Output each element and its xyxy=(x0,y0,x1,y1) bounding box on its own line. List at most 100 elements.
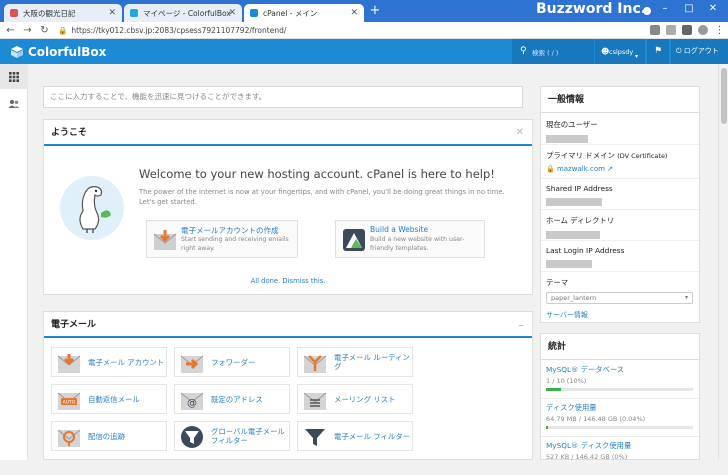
scrollbar[interactable] xyxy=(718,64,728,460)
sidebar xyxy=(0,64,28,460)
tab-favicon xyxy=(130,9,138,17)
stat-row: ディスク使用量 64.79 MB / 146.48 GB (0.04%) xyxy=(541,399,699,437)
last-login-row: Last Login IP Address xyxy=(541,241,699,272)
sidebar-item-home[interactable] xyxy=(0,64,28,89)
caret-down-icon: ▾ xyxy=(635,53,639,60)
svg-text:@: @ xyxy=(187,398,197,409)
browser-tab-3[interactable]: cPanel - メイン ✕ xyxy=(244,4,364,22)
email-item[interactable]: 電子メール ルーティング xyxy=(297,347,413,377)
users-icon xyxy=(8,99,20,108)
brand-name: ColorfulBox xyxy=(28,45,107,59)
email-item[interactable]: メーリング リスト xyxy=(297,384,413,414)
scrollbar-thumb[interactable] xyxy=(721,68,727,124)
minimize-icon[interactable]: – xyxy=(660,4,670,14)
tab-label: マイページ - ColorfulBox xyxy=(143,8,231,18)
email-item-label: 既定のアドレス xyxy=(211,394,263,404)
sidebar-item-users[interactable] xyxy=(0,91,28,116)
brand-logo[interactable]: ColorfulBox xyxy=(10,44,106,60)
theme-row: テーマ paper_lantern ▾ サーバー情報 xyxy=(541,272,699,323)
statistics-panel: 統計 MySQL® データベース 1 / 10 (10%) ディスク使用量 64… xyxy=(540,333,700,461)
email-item[interactable]: 配信の追跡 xyxy=(51,421,167,451)
external-link-icon: ↗ xyxy=(607,165,614,173)
menu-icon[interactable]: ⋮ xyxy=(714,25,725,36)
last-login-label: Last Login IP Address xyxy=(546,246,625,255)
stat-row: MySQL® データベース 1 / 10 (10%) xyxy=(541,361,699,399)
header-search[interactable]: ⚲ 検索 ( / ) xyxy=(512,39,594,64)
create-email-card-title[interactable]: 電子メールアカウントの作成 xyxy=(181,225,279,236)
browser-tab-bar: 大阪の観光日記 ✕ マイページ - ColorfulBox ✕ cPanel -… xyxy=(0,0,728,22)
close-icon[interactable]: ✕ xyxy=(228,8,236,18)
server-info-link[interactable]: サーバー情報 xyxy=(546,310,699,320)
email-accounts-icon xyxy=(57,354,81,373)
close-icon[interactable]: ✕ xyxy=(108,8,116,18)
reload-icon[interactable]: ↻ xyxy=(39,25,50,36)
theme-select[interactable]: paper_lantern ▾ xyxy=(546,292,693,304)
cpanel-header: ColorfulBox ⚲ 検索 ( / ) ☻ cslpsdy ▾ ⚑ ⏻ ロ… xyxy=(0,39,728,64)
email-item[interactable]: 電子メール フィルター xyxy=(297,421,413,451)
stat-label[interactable]: ディスク使用量 xyxy=(546,403,699,413)
feature-search-input[interactable]: ここに入力することで、機能を迅速に見つけることができます。 xyxy=(43,86,523,108)
close-window-icon[interactable]: ✕ xyxy=(708,4,718,14)
header-search-placeholder: 検索 ( / ) xyxy=(532,49,559,57)
close-icon[interactable]: ✕ xyxy=(516,120,524,146)
redacted-value xyxy=(546,260,592,268)
email-item[interactable]: フォワーダー xyxy=(174,347,290,377)
maximize-icon[interactable]: □ xyxy=(684,4,694,14)
bell-icon[interactable]: ⚑ xyxy=(647,39,669,64)
stat-progress-fill xyxy=(546,426,549,429)
username: cslpsdy xyxy=(609,48,634,56)
stat-label[interactable]: MySQL® データベース xyxy=(546,365,699,375)
email-item-label: 配信の追跡 xyxy=(88,431,125,441)
build-website-card[interactable]: Build a Website Build a new website with… xyxy=(335,220,485,258)
tab-favicon xyxy=(250,9,258,17)
stat-progress-bar xyxy=(546,426,693,429)
statistics-heading: 統計 xyxy=(548,342,567,352)
current-user-row: 現在のユーザー xyxy=(541,114,699,145)
shared-ip-label: Shared IP Address xyxy=(546,184,613,193)
email-panel-header: 電子メール – xyxy=(44,312,532,338)
logout-label: ログアウト xyxy=(683,47,719,55)
redacted-value xyxy=(546,135,588,143)
dismiss-link[interactable]: All done. Dismiss this. xyxy=(44,277,532,285)
email-item-label: 電子メール アカウント xyxy=(88,357,165,367)
global-filters-icon xyxy=(181,426,203,448)
svg-text:AUTO: AUTO xyxy=(63,400,76,406)
home-dir-label: ホーム ディレクトリ xyxy=(546,216,615,225)
forwarders-icon xyxy=(180,355,204,373)
primary-domain-link[interactable]: 🔒 mazwalk.com ↗ xyxy=(546,165,699,173)
logout-icon: ⏻ xyxy=(676,47,684,55)
logout-button[interactable]: ⏻ ログアウト xyxy=(671,39,728,64)
email-item[interactable]: 電子メール アカウント xyxy=(51,347,167,377)
autoresponders-icon: AUTO xyxy=(57,392,81,410)
email-item-label: 電子メール ルーティング xyxy=(334,353,410,371)
email-routing-icon xyxy=(303,355,327,373)
browser-tab-1[interactable]: 大阪の観光日記 ✕ xyxy=(4,4,122,22)
profile-icon[interactable] xyxy=(698,25,708,35)
search-icon: ⚲ xyxy=(520,46,527,56)
screenshot-icon[interactable] xyxy=(666,25,676,35)
collapse-icon[interactable]: – xyxy=(518,312,524,338)
build-website-card-title[interactable]: Build a Website xyxy=(370,225,428,234)
browser-tab-2[interactable]: マイページ - ColorfulBox ✕ xyxy=(124,4,242,22)
close-icon[interactable]: ✕ xyxy=(350,8,358,18)
primary-domain-label: プライマリ ドメイン xyxy=(546,151,615,160)
stat-label[interactable]: MySQL® ディスク使用量 xyxy=(546,441,699,451)
back-icon[interactable]: ← xyxy=(5,25,16,36)
email-item[interactable]: グローバル電子メール フィルター xyxy=(174,421,290,451)
puzzle-icon[interactable] xyxy=(682,25,692,35)
email-item-label: フォワーダー xyxy=(211,357,256,367)
website-builder-icon xyxy=(343,229,365,251)
create-email-card-desc: Start sending and receiving emails right… xyxy=(181,236,289,252)
user-menu[interactable]: ☻ cslpsdy ▾ xyxy=(595,39,645,64)
email-item-label: メーリング リスト xyxy=(334,394,396,404)
extension-icon[interactable] xyxy=(650,25,660,35)
new-tab-button[interactable]: + xyxy=(368,4,382,18)
create-email-card[interactable]: 電子メールアカウントの作成 Start sending and receivin… xyxy=(146,220,298,258)
forward-icon[interactable]: → xyxy=(22,25,33,36)
email-item[interactable]: @ 既定のアドレス xyxy=(174,384,290,414)
email-item[interactable]: AUTO 自動返信メール xyxy=(51,384,167,414)
welcome-heading: ようこそ xyxy=(51,128,88,138)
dv-certificate-badge: (DV Certificate) xyxy=(617,152,668,160)
url-field[interactable]: 🔒 https://tky012.cbsv.jp:2083/cpsess79211… xyxy=(58,24,638,37)
build-website-card-desc: Build a new website with user-friendly t… xyxy=(370,236,465,252)
